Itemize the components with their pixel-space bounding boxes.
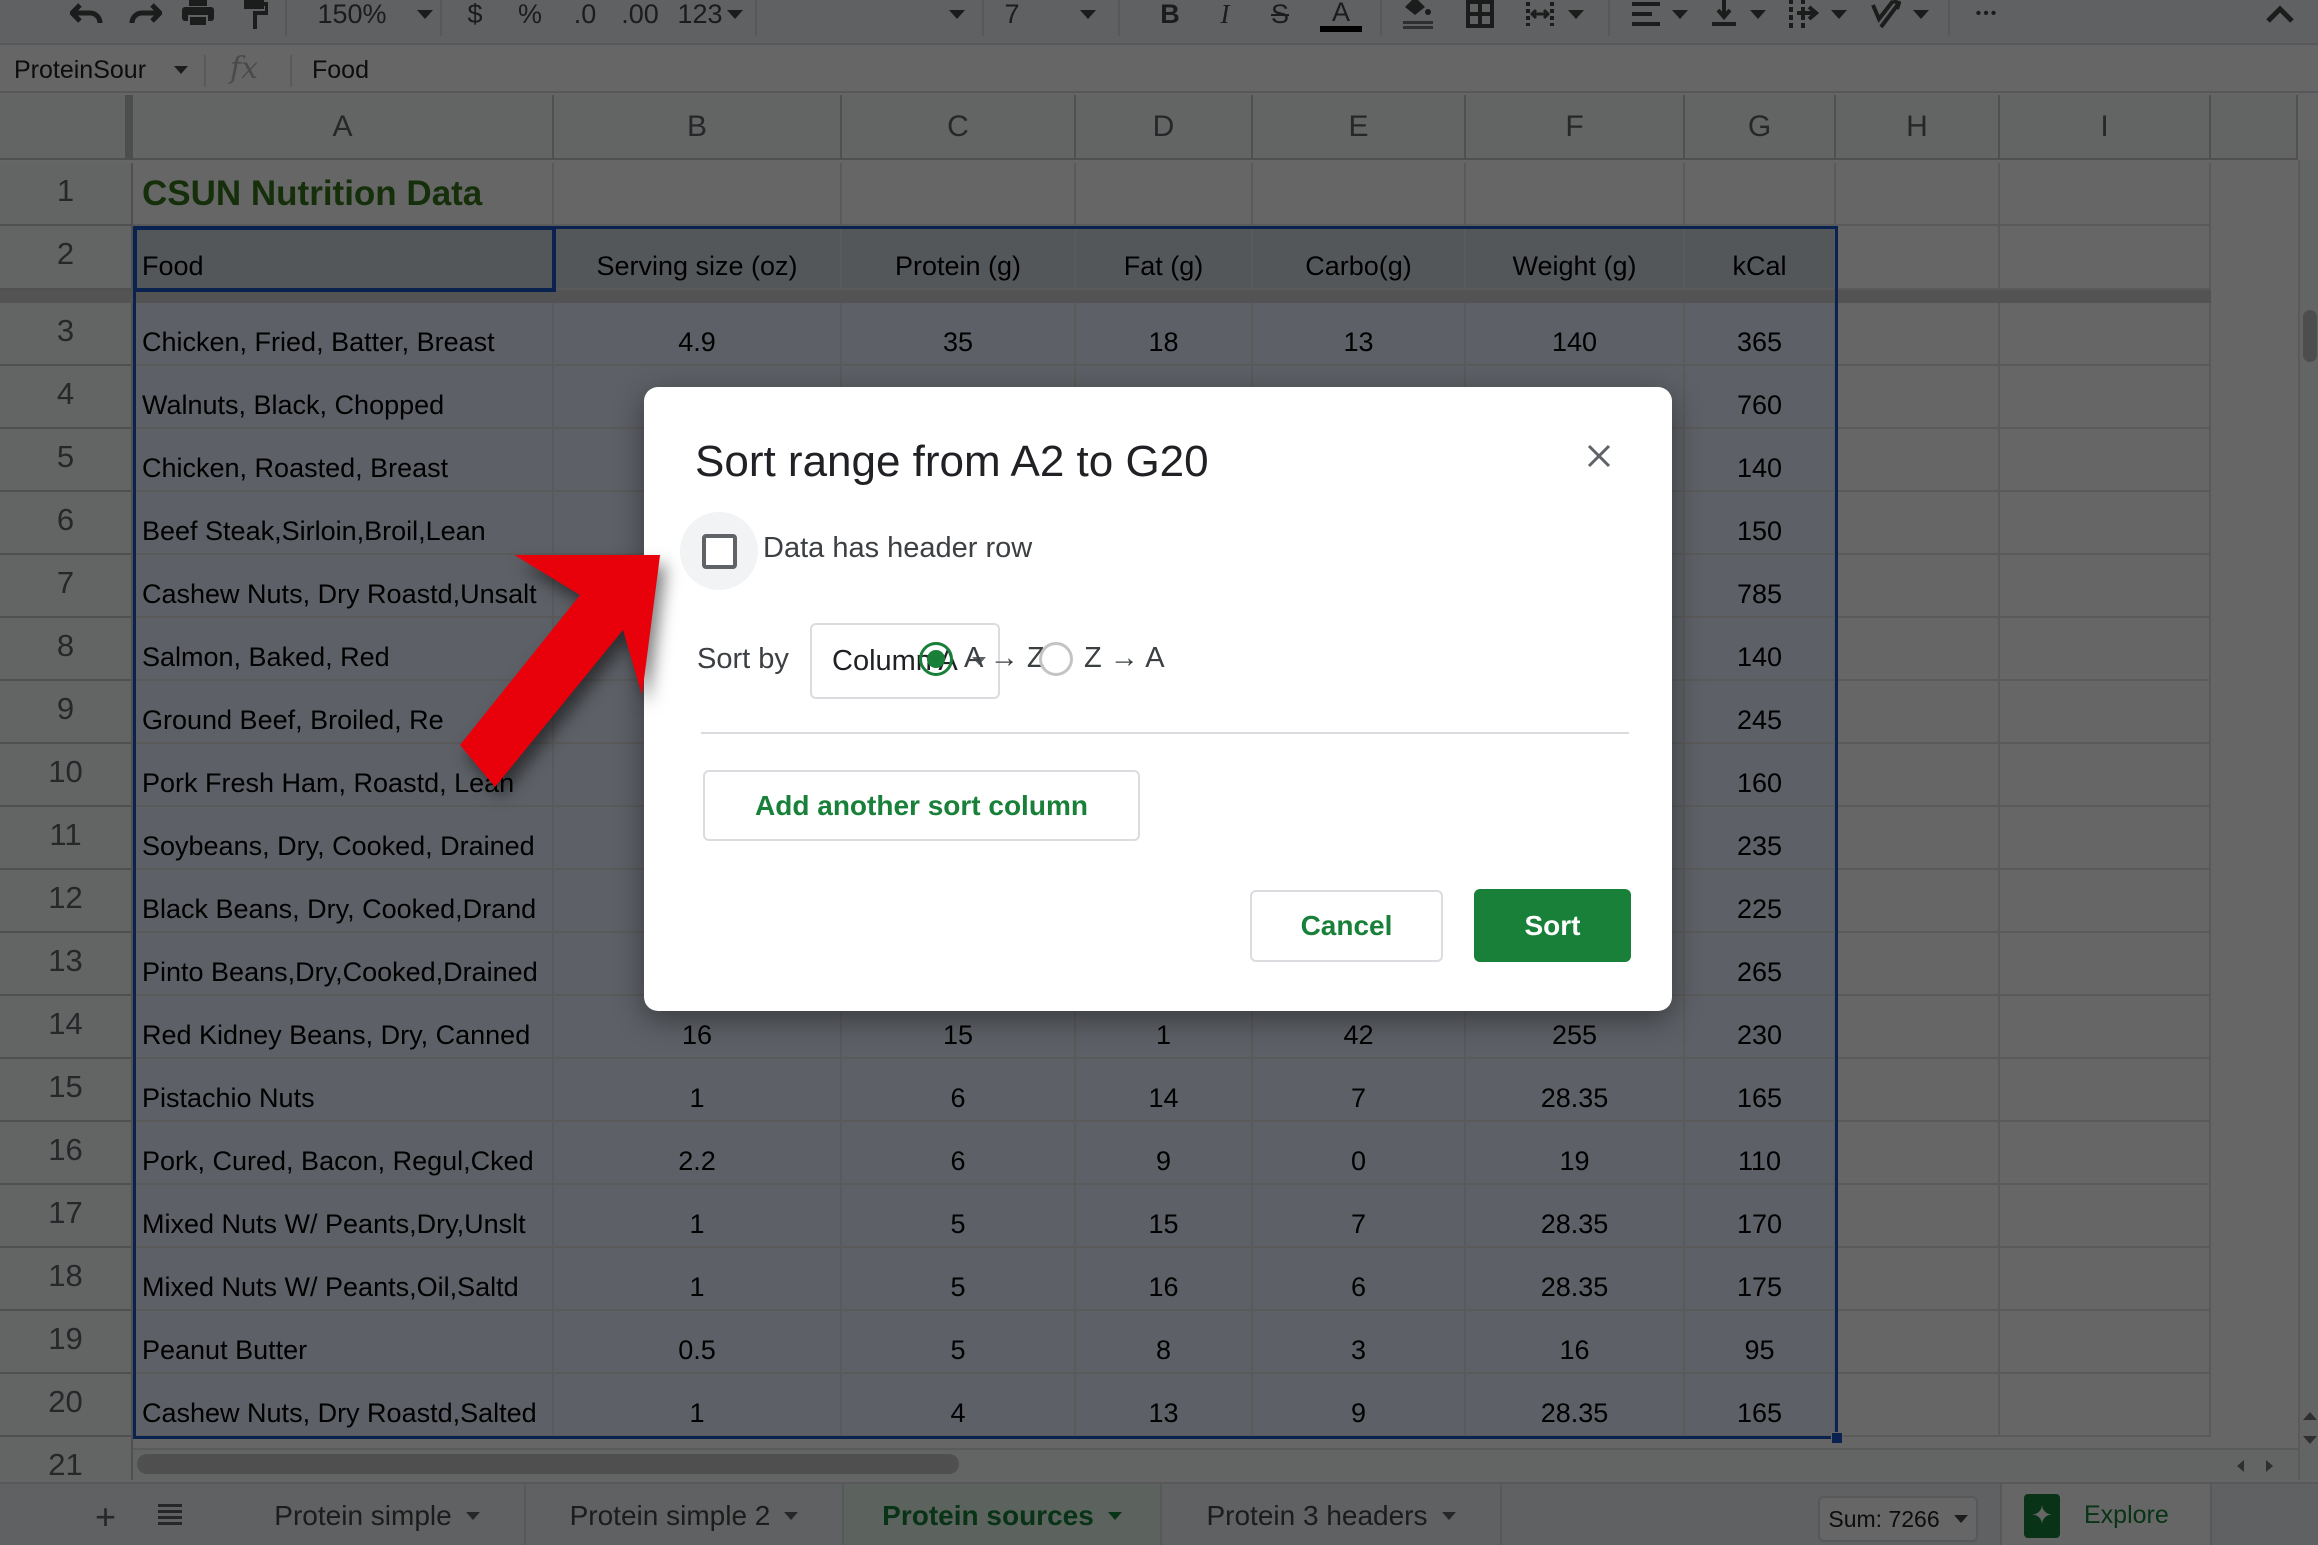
radio-z-to-a[interactable] (1039, 642, 1073, 676)
sort-by-label: Sort by (697, 643, 789, 675)
sort-button[interactable]: Sort (1474, 889, 1631, 962)
close-icon (1587, 444, 1611, 468)
dialog-title: Sort range from A2 to G20 (695, 437, 1209, 486)
radio-a-to-z-label[interactable]: A → Z (964, 642, 1045, 675)
header-row-checkbox[interactable] (701, 533, 737, 569)
dialog-divider (701, 732, 1629, 734)
header-row-checkbox-label[interactable]: Data has header row (763, 532, 1032, 565)
add-sort-column-button[interactable]: Add another sort column (703, 770, 1140, 841)
close-button[interactable] (1574, 431, 1624, 481)
sort-range-dialog: Sort range from A2 to G20 Data has heade… (644, 387, 1672, 1011)
radio-z-to-a-label[interactable]: Z → A (1084, 642, 1165, 675)
red-annotation-arrow-icon (460, 555, 661, 787)
cancel-button[interactable]: Cancel (1250, 890, 1443, 962)
radio-a-to-z[interactable] (919, 642, 953, 676)
